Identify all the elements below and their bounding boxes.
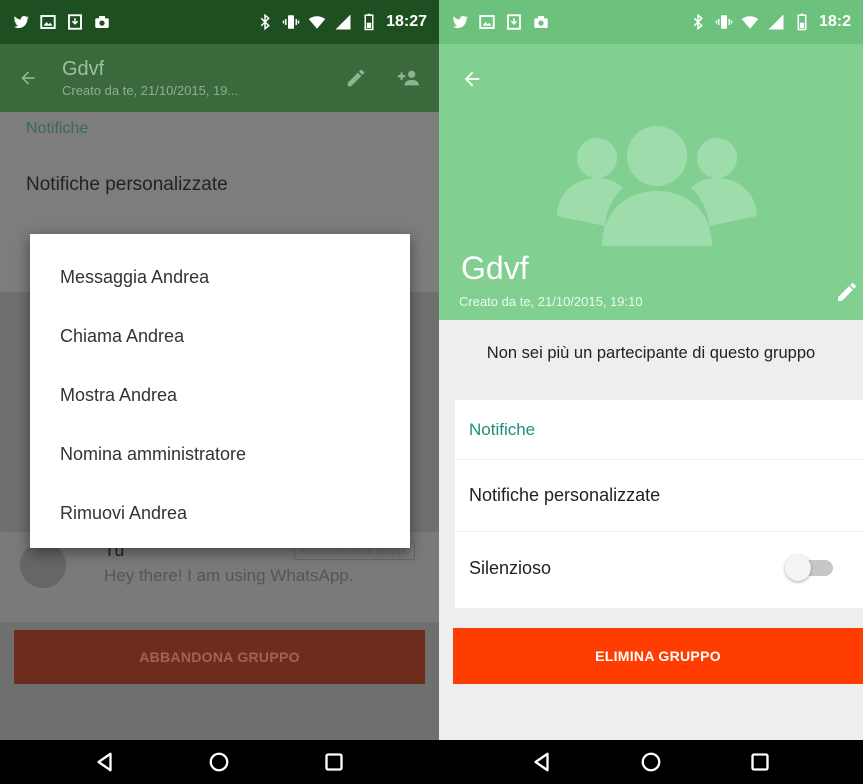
mute-label: Silenzioso [469, 557, 552, 578]
dialog-item-call[interactable]: Chiama Andrea [30, 307, 410, 366]
custom-notifications-label: Notifiche personalizzate [469, 485, 661, 505]
delete-group-button[interactable]: ELIMINA GRUPPO [453, 628, 863, 684]
bluetooth-icon [693, 13, 703, 31]
group-title: Gdvf [62, 58, 105, 80]
download-icon [507, 14, 521, 30]
camera-icon [534, 16, 548, 28]
right-phone-screen: 18:2 Gdvf Creato da te, 21/10/2015, 19:1… [439, 0, 863, 784]
signal-icon [768, 14, 784, 30]
photo-icon [40, 15, 56, 29]
status-time: 18:27 [386, 13, 427, 30]
toggle-knob [785, 555, 811, 581]
wifi-icon [741, 16, 759, 29]
photo-icon [479, 15, 495, 29]
twitter-icon [452, 15, 468, 29]
dialog-item-message[interactable]: Messaggia Andrea [30, 248, 410, 307]
status-time: 18:2 [818, 13, 851, 30]
app-bar: Gdvf Creato da te, 21/10/2015, 19... [0, 44, 439, 112]
participant-options-dialog: Messaggia Andrea Chiama Andrea Mostra An… [30, 234, 410, 548]
left-phone-screen: 18:27 Gdvf Creato da te, 21/10/2015, 19.… [0, 0, 439, 784]
participant-status: Hey there! I am using WhatsApp. [104, 566, 354, 585]
battery-icon [364, 13, 374, 31]
group-placeholder-icon [557, 126, 757, 246]
battery-icon [797, 13, 807, 31]
group-created-info: Creato da te, 21/10/2015, 19:10 [459, 294, 643, 309]
mute-toggle[interactable] [785, 555, 833, 581]
camera-icon [95, 16, 109, 28]
back-arrow-icon[interactable] [461, 68, 483, 90]
notifications-section-title: Notifiche [455, 400, 863, 460]
group-header: Gdvf Creato da te, 21/10/2015, 19:10 [439, 44, 863, 320]
vibrate-icon [282, 15, 300, 29]
edit-icon[interactable] [835, 280, 859, 304]
avatar [20, 542, 66, 588]
custom-notifications-row[interactable]: Notifiche personalizzate [455, 460, 863, 532]
system-nav-bar [0, 740, 439, 784]
not-participant-notice: Non sei più un partecipante di questo gr… [486, 344, 816, 362]
system-nav-bar [439, 740, 863, 784]
leave-group-button[interactable]: ABBANDONA GRUPPO [14, 630, 425, 684]
twitter-icon [13, 15, 29, 29]
group-title: Gdvf [461, 250, 529, 286]
notifications-card: Notifiche Notifiche personalizzate Silen… [455, 400, 863, 608]
nav-back-icon[interactable] [91, 748, 119, 776]
bluetooth-icon [260, 13, 270, 31]
nav-recents-icon[interactable] [320, 748, 348, 776]
vibrate-icon [715, 15, 733, 29]
download-icon [68, 14, 82, 30]
nav-home-icon[interactable] [637, 748, 665, 776]
edit-icon[interactable] [345, 67, 367, 89]
nav-back-icon[interactable] [528, 748, 556, 776]
wifi-icon [308, 16, 326, 29]
status-bar: 18:27 [0, 0, 439, 44]
dialog-item-make-admin[interactable]: Nomina amministratore [30, 425, 410, 484]
dialog-item-view[interactable]: Mostra Andrea [30, 366, 410, 425]
signal-icon [335, 14, 351, 30]
notifications-section-title: Notifiche [0, 112, 439, 152]
group-created-info: Creato da te, 21/10/2015, 19... [62, 83, 239, 98]
status-bar: 18:2 [439, 0, 863, 44]
nav-recents-icon[interactable] [746, 748, 774, 776]
dialog-item-remove[interactable]: Rimuovi Andrea [30, 484, 410, 543]
mute-row[interactable]: Silenzioso [455, 532, 863, 604]
add-participant-icon[interactable] [395, 67, 421, 89]
back-arrow-icon[interactable] [18, 68, 38, 88]
nav-home-icon[interactable] [205, 748, 233, 776]
